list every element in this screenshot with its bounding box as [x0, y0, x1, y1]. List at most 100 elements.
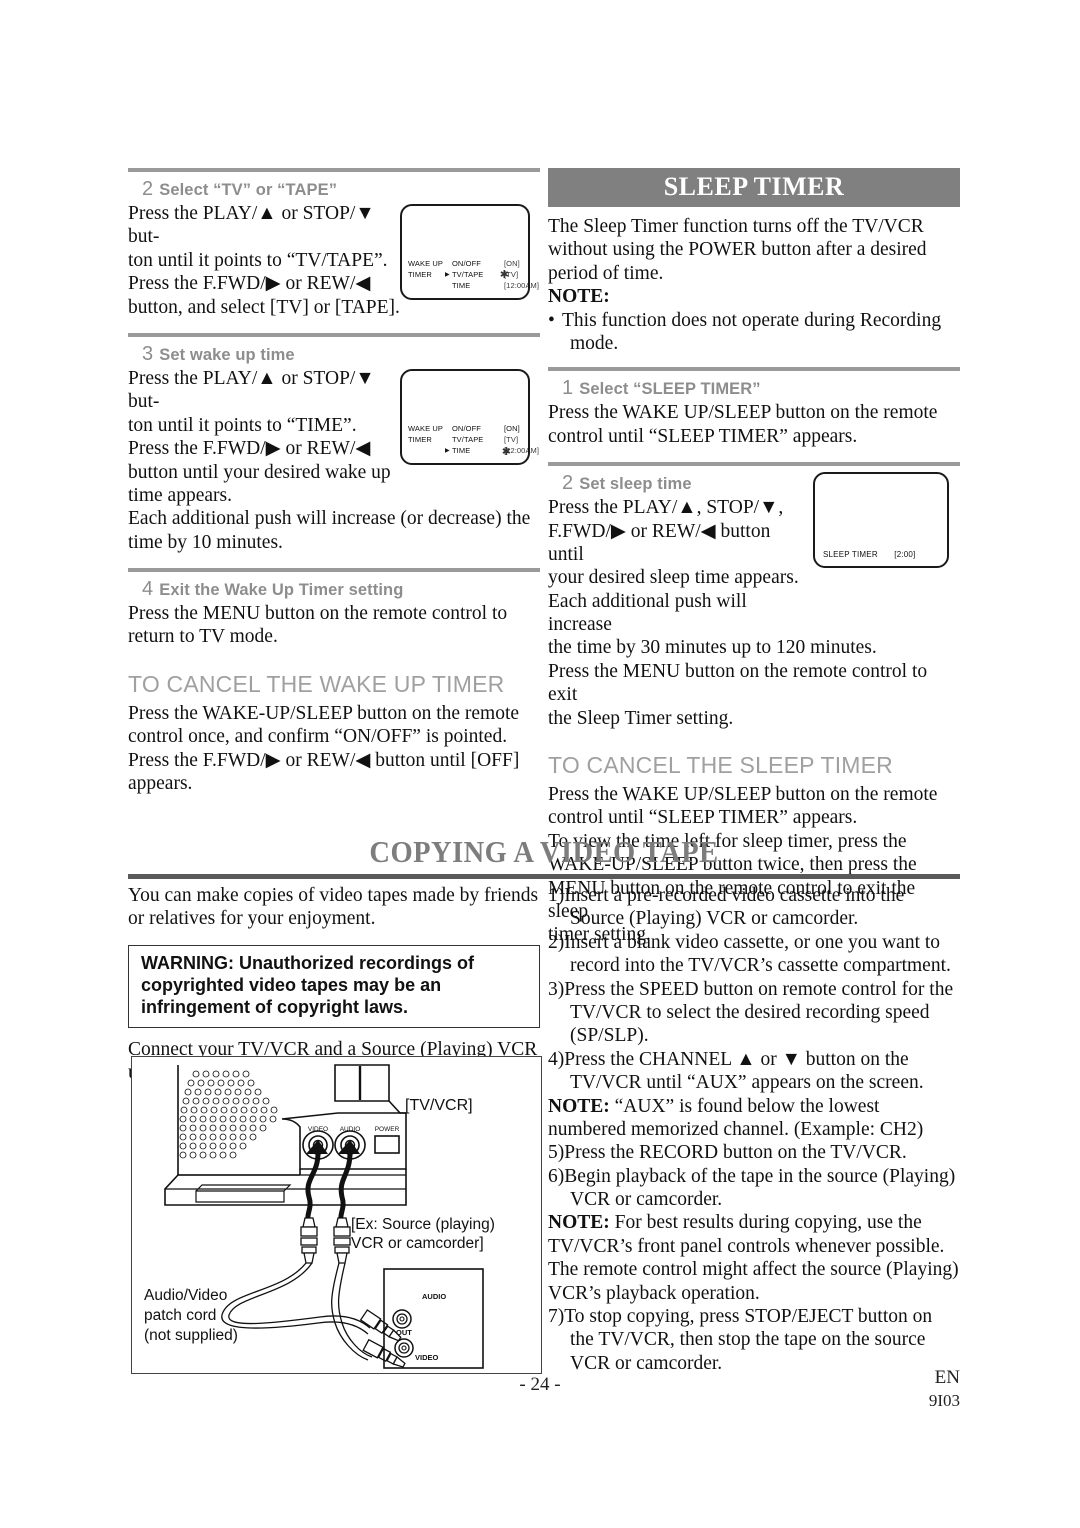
- source-label-video: VIDEO: [415, 1353, 439, 1362]
- body-line: your desired sleep time appears.: [548, 567, 799, 589]
- left-column: 2 Select “TV” or “TAPE” Press the PLAY/▲ …: [128, 168, 540, 795]
- body-line: ton until it points to “TIME”.: [128, 414, 357, 436]
- diagram-label-patchcord-1: Audio/Video: [144, 1287, 227, 1304]
- step-heading: 2 Select “TV” or “TAPE”: [128, 178, 540, 201]
- step-heading: 4 Exit the Wake Up Timer setting: [128, 578, 540, 601]
- note-line: • This function does not operate during R…: [548, 309, 960, 332]
- note-label: NOTE:: [548, 1212, 610, 1234]
- warning-line: WARNING: Unauthorized recordings of: [141, 952, 474, 973]
- diagram-label-source-1: [Ex: Source (playing): [351, 1216, 495, 1233]
- jack-label-power: POWER: [375, 1126, 400, 1133]
- list-item-note: NOTE: For best results during copying, u…: [548, 1211, 960, 1305]
- section-divider: [548, 462, 960, 467]
- osd-row-item: ON/OFF: [452, 259, 481, 269]
- osd-row-item: TIME: [452, 281, 471, 291]
- step-block-set-wake-up-time: 3 Set wake up time Press the PLAY/▲ or ST…: [128, 343, 540, 554]
- note-label: NOTE:: [548, 1095, 610, 1117]
- note-text: mode.: [570, 332, 619, 354]
- osd-row-value: [ON]: [504, 424, 520, 434]
- warning-line: copyrighted video tapes may be an: [141, 974, 442, 995]
- step-body: Press the PLAY/▲ or STOP/▼ but- ton unti…: [128, 202, 400, 319]
- body-line: without using the POWER button after a d…: [548, 239, 927, 261]
- osd-sleep-row: SLEEP TIMER [2:00]: [823, 550, 915, 559]
- list-item: 2)Insert a blank video cassette, or one …: [548, 931, 951, 977]
- chapter-divider: [128, 874, 960, 879]
- source-label-audio: AUDIO: [422, 1292, 446, 1301]
- diagram-label-patchcord-3: (not supplied): [144, 1327, 238, 1344]
- chapter-header: COPYING A VIDEO TAPE: [128, 834, 960, 879]
- note-text: For best results during copying, use the…: [548, 1212, 959, 1304]
- body-line: Press the MENU button on the remote cont…: [128, 603, 508, 625]
- body-line: Press the F.FWD/▶ or REW/◀: [128, 438, 371, 460]
- step-block-exit-wake-up-timer: 4 Exit the Wake Up Timer setting Press th…: [128, 578, 540, 649]
- diagram-svg: VIDEO AUDIO POWER AUDIO OUT VIDEO [TV/VC…: [132, 1057, 538, 1370]
- list-item: 5)Press the RECORD button on the TV/VCR.: [548, 1142, 907, 1164]
- step-block-set-sleep-time: 2 Set sleep time Press the PLAY/▲, STOP/▼…: [548, 472, 960, 730]
- body-line: return to TV mode.: [128, 626, 278, 648]
- footer-language: EN: [934, 1367, 960, 1388]
- note-text: This function does not operate during Re…: [562, 309, 942, 331]
- body-line: button until your desired wake up: [128, 461, 391, 483]
- step-number: 2: [142, 178, 154, 200]
- chapter-title: COPYING A VIDEO TAPE: [369, 834, 719, 869]
- osd-row-label: WAKE UP: [408, 259, 444, 269]
- step-body: Press the WAKE UP/SLEEP button on the re…: [548, 401, 960, 448]
- body-line: The Sleep Timer function turns off the T…: [548, 216, 924, 237]
- footer-right: EN 9I03: [929, 1366, 960, 1411]
- osd-row-value: [2:00]: [894, 550, 916, 560]
- section-divider: [128, 168, 540, 172]
- body-line: Press the F.FWD/▶ or REW/◀ button until …: [128, 749, 520, 771]
- diagram-label-tvvcr: [TV/VCR]: [405, 1097, 473, 1114]
- section-divider: [128, 568, 540, 573]
- step-number: 3: [142, 342, 154, 365]
- body-line: Press the PLAY/▲, STOP/▼,: [548, 497, 784, 519]
- osd-row-value: [ON]: [504, 259, 520, 269]
- list-item: 4)Press the CHANNEL ▲ or ▼ button on the…: [548, 1048, 924, 1094]
- copyright-warning-box: WARNING: Unauthorized recordings of copy…: [128, 944, 540, 1028]
- body-line: F.FWD/▶ or REW/◀ button until: [548, 520, 771, 565]
- step-number: 4: [142, 578, 154, 601]
- jack-label-video: VIDEO: [308, 1126, 328, 1133]
- list-item: 6)Begin playback of the tape in the sour…: [548, 1165, 956, 1211]
- cancel-wake-up-heading: TO CANCEL THE WAKE UP TIMER: [128, 670, 505, 697]
- osd-row-value: [12:00AM]: [504, 281, 540, 291]
- bullet-icon: •: [548, 309, 555, 331]
- section-divider: [548, 367, 960, 372]
- body-line: control until “SLEEP TIMER” appears.: [548, 807, 858, 829]
- body-line: button, and select [TV] or [TAPE].: [128, 296, 400, 318]
- section-divider: [128, 332, 540, 337]
- body-line: Each additional push will increase: [548, 590, 747, 636]
- step-heading: 1 Select “SLEEP TIMER”: [548, 377, 960, 400]
- body-line: Each additional push will increase (or d…: [128, 508, 531, 530]
- osd-row-item-selected: TIME: [445, 446, 504, 457]
- body-line: the Sleep Timer setting.: [548, 707, 734, 729]
- osd-row-item: TV/TAPE: [452, 435, 484, 445]
- body-line: ton until it points to “TV/TAPE”.: [128, 249, 388, 271]
- osd-screen-sleep-timer: SLEEP TIMER [2:00]: [813, 472, 949, 569]
- copying-steps-list: 1)Insert a pre-recorded video cassette i…: [548, 884, 960, 1375]
- step-block-select-tv-or-tape: 2 Select “TV” or “TAPE” Press the PLAY/▲ …: [128, 178, 540, 319]
- cancel-wake-up-body: Press the WAKE-UP/SLEEP button on the re…: [128, 702, 540, 796]
- copying-left-column: You can make copies of video tapes made …: [128, 884, 540, 1084]
- body-line: You can make copies of video tapes made …: [128, 885, 539, 906]
- step-block-select-sleep-timer: 1 Select “SLEEP TIMER” Press the WAKE UP/…: [548, 377, 960, 448]
- body-line: or relatives for your enjoyment.: [128, 908, 376, 930]
- step-label: Select “SLEEP TIMER”: [579, 380, 761, 399]
- manual-page: 2 Select “TV” or “TAPE” Press the PLAY/▲ …: [0, 0, 1080, 1528]
- source-label-out: OUT: [396, 1328, 412, 1337]
- step-label: Set wake up time: [159, 345, 295, 364]
- osd-row-item-selected: TV/TAPE: [445, 270, 504, 281]
- body-line: control once, and confirm “ON/OFF” is po…: [128, 726, 508, 748]
- blink-sparkle-icon: ✱: [501, 445, 511, 458]
- blink-sparkle-icon: ✱: [499, 269, 509, 281]
- warning-line: infringement of copyright laws.: [141, 996, 409, 1017]
- body-line: Press the MENU button on the remote cont…: [548, 660, 928, 706]
- connection-diagram: VIDEO AUDIO POWER AUDIO OUT VIDEO [TV/VC…: [131, 1056, 542, 1374]
- list-item: 7)To stop copying, press STOP/EJECT butt…: [548, 1306, 933, 1374]
- note-label: NOTE:: [548, 286, 610, 308]
- page-number: - 24 -: [519, 1374, 561, 1395]
- osd-row-label: [408, 281, 452, 292]
- body-line: Press the WAKE-UP/SLEEP button on the re…: [128, 702, 520, 724]
- right-column: SLEEP TIMER The Sleep Timer function tur…: [548, 168, 960, 947]
- osd-row-value: [TV]: [504, 270, 519, 280]
